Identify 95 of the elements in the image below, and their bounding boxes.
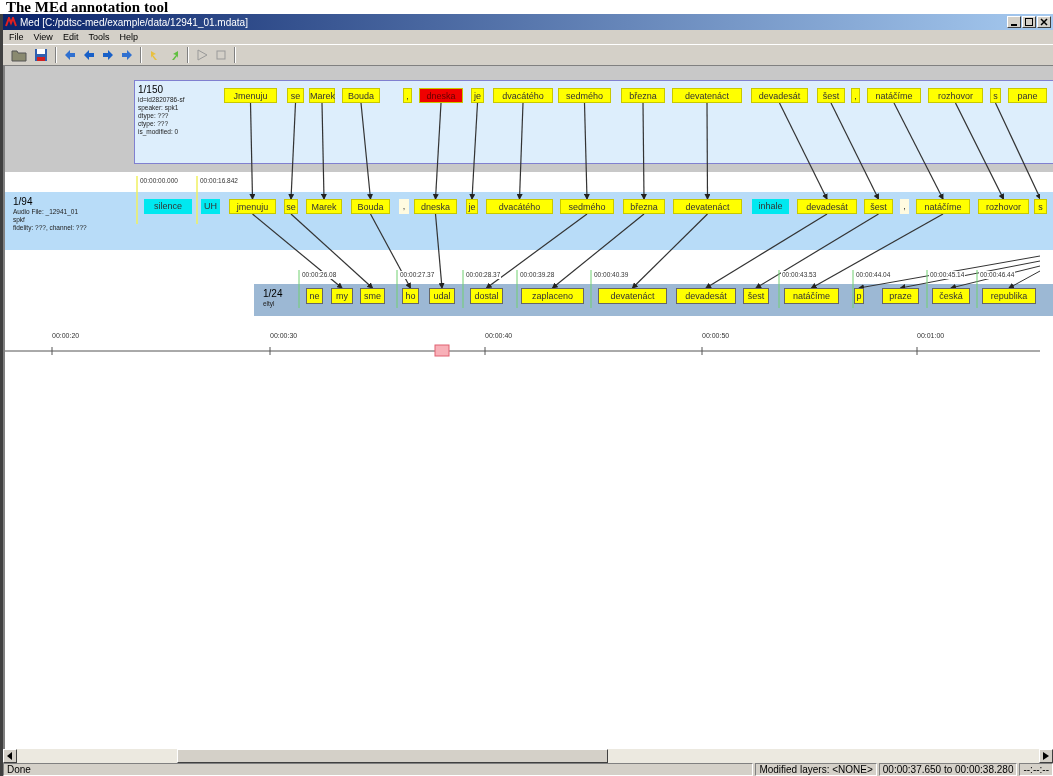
time-text: --:--:-- <box>1019 763 1053 776</box>
time-mark-line <box>396 269 398 309</box>
token[interactable]: Marek <box>306 199 342 214</box>
token[interactable]: , <box>403 88 412 103</box>
token[interactable]: UH <box>201 199 220 214</box>
token[interactable]: devadesát <box>751 88 808 103</box>
app-logo-icon <box>5 17 17 27</box>
token[interactable]: silence <box>144 199 192 214</box>
token[interactable]: pane <box>1008 88 1047 103</box>
token[interactable]: devadesát <box>676 288 736 304</box>
modified-layers-text: Modified layers: <NONE> <box>755 763 877 776</box>
menu-item[interactable]: Tools <box>88 32 110 42</box>
maximize-button[interactable] <box>1022 16 1036 28</box>
folder-icon[interactable] <box>11 48 27 62</box>
token[interactable]: natáčíme <box>784 288 839 304</box>
menu-item[interactable]: File <box>9 32 24 42</box>
token[interactable]: natáčíme <box>916 199 970 214</box>
token[interactable]: rozhovor <box>928 88 983 103</box>
token[interactable]: udal <box>429 288 455 304</box>
scroll-left-button[interactable] <box>3 749 17 763</box>
token[interactable]: se <box>284 199 298 214</box>
token[interactable]: devatenáct <box>598 288 667 304</box>
token[interactable]: ho <box>402 288 419 304</box>
playhead-marker[interactable] <box>434 344 450 357</box>
time-mark-line <box>196 175 198 225</box>
token[interactable]: republika <box>982 288 1036 304</box>
selection-range-text: 00:00:37.650 to 00:00:38.280 <box>878 763 1018 776</box>
token[interactable]: dvacátého <box>493 88 553 103</box>
last-arrow-icon[interactable] <box>121 49 133 61</box>
token[interactable]: března <box>623 199 665 214</box>
token[interactable]: března <box>621 88 665 103</box>
token[interactable]: , <box>851 88 860 103</box>
token[interactable]: ne <box>306 288 323 304</box>
layer-info-text: 1/94 <box>13 196 34 208</box>
token[interactable]: se <box>287 88 304 103</box>
token[interactable]: natáčíme <box>867 88 921 103</box>
token[interactable]: s <box>1034 199 1047 214</box>
menu-item[interactable]: Help <box>119 32 138 42</box>
time-mark-line <box>976 269 978 309</box>
token[interactable]: šest <box>743 288 769 304</box>
time-mark-line <box>462 269 464 309</box>
minimize-button[interactable] <box>1007 16 1021 28</box>
time-mark-line <box>590 269 592 309</box>
left-triangle-icon <box>7 752 13 760</box>
time-mark-line <box>516 269 518 309</box>
layer-info-text: 1/24 <box>263 288 283 300</box>
token[interactable]: inhale <box>752 199 789 214</box>
token[interactable]: dvacátého <box>486 199 553 214</box>
token[interactable]: je <box>471 88 484 103</box>
token[interactable]: Bouda <box>351 199 390 214</box>
layer-info-text: 1/150 <box>138 84 165 96</box>
token[interactable]: devatenáct <box>672 88 742 103</box>
token[interactable]: , <box>900 199 909 214</box>
token[interactable]: , <box>399 199 409 214</box>
token[interactable]: šest <box>864 199 893 214</box>
token[interactable]: rozhovor <box>978 199 1029 214</box>
save-icon[interactable] <box>34 48 48 62</box>
first-arrow-icon[interactable] <box>64 49 76 61</box>
close-button[interactable] <box>1037 16 1051 28</box>
token[interactable]: praze <box>882 288 919 304</box>
menu-item[interactable]: Edit <box>62 32 79 42</box>
time-mark-line <box>298 269 300 309</box>
token[interactable]: Bouda <box>342 88 380 103</box>
token[interactable]: devadesát <box>797 199 857 214</box>
right-triangle-icon <box>1043 752 1049 760</box>
window-title: Med [C:/pdtsc-med/example/data/12941_01.mdata] <box>20 16 248 28</box>
token[interactable]: sedmého <box>558 88 611 103</box>
token[interactable]: dneska <box>414 199 457 214</box>
token[interactable]: sedmého <box>560 199 614 214</box>
token[interactable]: zaplaceno <box>521 288 584 304</box>
menu-item[interactable]: View <box>33 32 53 42</box>
token[interactable]: česká <box>932 288 970 304</box>
token[interactable]: sme <box>360 288 385 304</box>
token[interactable]: šest <box>817 88 845 103</box>
status-text: Done <box>3 763 754 776</box>
token[interactable]: jmenuju <box>229 199 276 214</box>
token[interactable]: p <box>854 288 864 304</box>
time-mark-line <box>778 269 780 309</box>
maximize-icon <box>1025 18 1033 26</box>
close-icon <box>1040 18 1048 26</box>
scrollbar-thumb[interactable] <box>177 749 608 763</box>
scroll-right-button[interactable] <box>1039 749 1053 763</box>
time-mark-line <box>926 269 928 309</box>
token[interactable]: Jmenuju <box>224 88 277 103</box>
token[interactable]: my <box>331 288 353 304</box>
left-arrow-icon[interactable] <box>83 49 95 61</box>
token[interactable]: Marek <box>309 88 335 103</box>
page-title: The MEd annotation tool <box>5 0 170 14</box>
time-mark-line <box>136 175 138 225</box>
token[interactable]: je <box>466 199 478 214</box>
token[interactable]: devatenáct <box>673 199 742 214</box>
time-mark-line <box>852 269 854 309</box>
token[interactable]: s <box>990 88 1001 103</box>
right-arrow-icon[interactable] <box>102 49 114 61</box>
token[interactable]: dostal <box>470 288 503 304</box>
